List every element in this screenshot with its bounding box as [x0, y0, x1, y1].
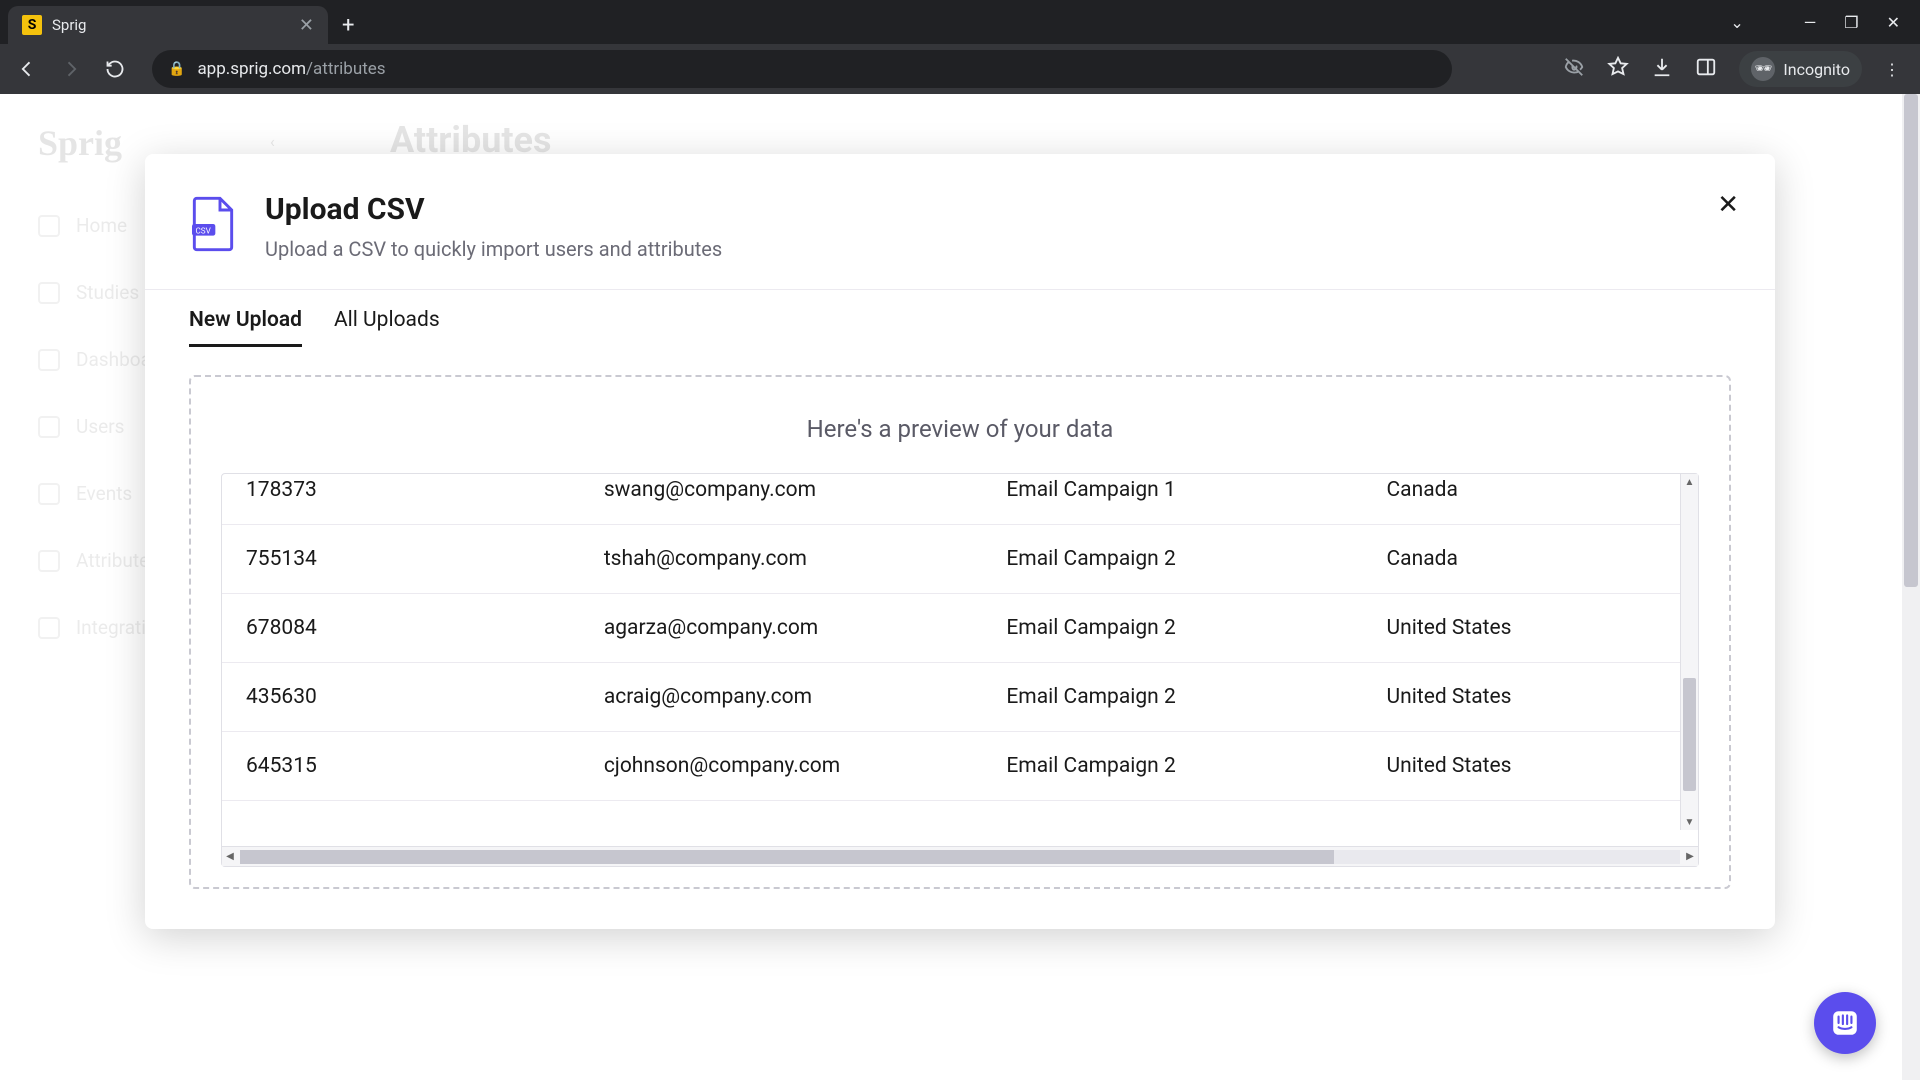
close-tab-icon[interactable]: ✕	[299, 15, 314, 36]
downloads-icon[interactable]	[1651, 56, 1673, 82]
modal-title: Upload CSV	[265, 192, 722, 227]
table-cell-id: 678084	[222, 594, 580, 663]
close-modal-button[interactable]: ✕	[1717, 190, 1739, 220]
table-cell-email: cjohnson@company.com	[580, 732, 983, 801]
lock-icon: 🔒	[168, 61, 185, 77]
upload-csv-modal: CSV Upload CSV Upload a CSV to quickly i…	[145, 154, 1775, 929]
incognito-icon: 🕶	[1751, 57, 1775, 81]
table-cell-country: United States	[1363, 594, 1698, 663]
table-cell-email: agarza@company.com	[580, 594, 983, 663]
table-cell-email: swang@company.com	[580, 474, 983, 525]
horizontal-scrollbar[interactable]: ◀ ▶	[222, 846, 1698, 866]
minimize-icon[interactable]: ―	[1804, 13, 1817, 32]
back-button[interactable]	[10, 52, 44, 86]
favicon: S	[22, 15, 42, 35]
table-cell-email: tshah@company.com	[580, 525, 983, 594]
url-host: app.sprig.com	[197, 59, 306, 79]
table-cell-campaign: Email Campaign 2	[982, 663, 1362, 732]
forward-button[interactable]	[54, 52, 88, 86]
table-row: 755134tshah@company.comEmail Campaign 2C…	[222, 525, 1698, 594]
url-path: /attributes	[306, 59, 386, 79]
eye-off-icon[interactable]	[1563, 56, 1585, 82]
scroll-left-icon[interactable]: ◀	[222, 851, 238, 862]
tab-search-icon[interactable]: ⌄	[1730, 13, 1743, 32]
table-cell-country: Canada	[1363, 474, 1698, 525]
horizontal-scroll-thumb[interactable]	[240, 850, 1334, 864]
page-scroll-thumb[interactable]	[1904, 94, 1918, 587]
table-cell-country: United States	[1363, 663, 1698, 732]
reload-button[interactable]	[98, 52, 132, 86]
modal-subtitle: Upload a CSV to quickly import users and…	[265, 237, 722, 261]
incognito-label: Incognito	[1783, 60, 1850, 79]
table-cell-campaign: Email Campaign 2	[982, 732, 1362, 801]
new-tab-button[interactable]: +	[328, 6, 368, 44]
table-row: 678084agarza@company.comEmail Campaign 2…	[222, 594, 1698, 663]
incognito-badge[interactable]: 🕶 Incognito	[1739, 51, 1862, 87]
scroll-right-icon[interactable]: ▶	[1682, 851, 1698, 862]
table-row: 645315cjohnson@company.comEmail Campaign…	[222, 732, 1698, 801]
scroll-up-icon[interactable]: ▲	[1681, 474, 1698, 490]
modal-overlay[interactable]: CSV Upload CSV Upload a CSV to quickly i…	[0, 94, 1920, 1080]
side-panel-icon[interactable]	[1695, 56, 1717, 82]
table-cell-id: 178373	[222, 474, 580, 525]
table-cell-id: 755134	[222, 525, 580, 594]
preview-heading: Here's a preview of your data	[221, 415, 1699, 443]
intercom-launcher[interactable]	[1814, 992, 1876, 1054]
table-row: 435630acraig@company.comEmail Campaign 2…	[222, 663, 1698, 732]
browser-tab[interactable]: S Sprig ✕	[8, 6, 328, 44]
table-cell-email: acraig@company.com	[580, 663, 983, 732]
table-cell-campaign: Email Campaign 2	[982, 594, 1362, 663]
table-cell-id: 645315	[222, 732, 580, 801]
address-bar[interactable]: 🔒 app.sprig.com/attributes	[152, 50, 1452, 88]
tab-title: Sprig	[52, 16, 289, 34]
vertical-scrollbar[interactable]: ▲ ▼	[1680, 474, 1698, 830]
preview-table: 178373swang@company.comEmail Campaign 1C…	[222, 474, 1698, 801]
svg-text:CSV: CSV	[196, 225, 212, 235]
table-cell-country: Canada	[1363, 525, 1698, 594]
table-cell-id: 435630	[222, 663, 580, 732]
tab-new-upload[interactable]: New Upload	[189, 308, 302, 347]
vertical-scroll-thumb[interactable]	[1683, 678, 1696, 791]
kebab-menu-icon[interactable]: ⋮	[1884, 60, 1900, 79]
csv-file-icon: CSV	[189, 196, 237, 252]
table-cell-country: United States	[1363, 732, 1698, 801]
preview-table-scroll[interactable]: 178373swang@company.comEmail Campaign 1C…	[222, 474, 1698, 846]
page-vertical-scrollbar[interactable]	[1902, 94, 1920, 1080]
table-row: 178373swang@company.comEmail Campaign 1C…	[222, 474, 1698, 525]
window-close-icon[interactable]: ✕	[1887, 13, 1900, 32]
table-cell-campaign: Email Campaign 1	[982, 474, 1362, 525]
scroll-down-icon[interactable]: ▼	[1681, 814, 1698, 830]
bookmark-star-icon[interactable]	[1607, 56, 1629, 82]
maximize-icon[interactable]: ❐	[1844, 13, 1858, 32]
table-cell-campaign: Email Campaign 2	[982, 525, 1362, 594]
preview-dropzone: Here's a preview of your data 178373swan…	[189, 375, 1731, 889]
preview-table-container: 178373swang@company.comEmail Campaign 1C…	[221, 473, 1699, 867]
tab-all-uploads[interactable]: All Uploads	[334, 308, 440, 347]
